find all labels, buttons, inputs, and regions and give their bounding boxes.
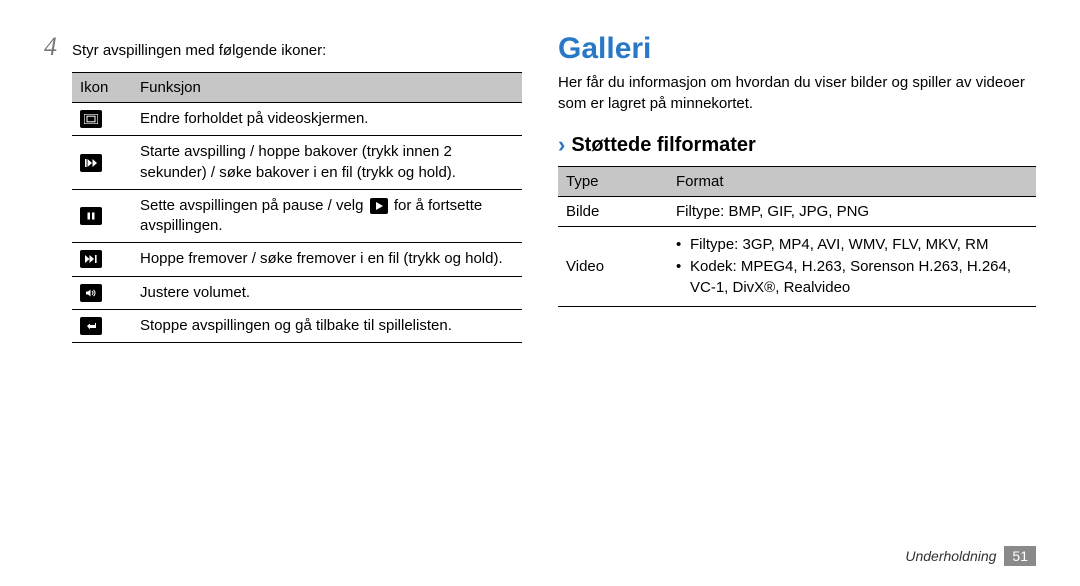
- page-number: 51: [1004, 546, 1036, 566]
- playback-icon-table: Ikon Funksjon Endre forholdet på videosk…: [72, 72, 522, 343]
- subsection-title: Støttede filformater: [571, 134, 755, 157]
- chevron-icon: ›: [558, 132, 565, 158]
- col-header-type: Type: [558, 167, 668, 197]
- volume-icon: [80, 284, 102, 302]
- subsection-heading: › Støttede filformater: [558, 132, 1036, 158]
- func-text: Justere volumet.: [132, 276, 522, 309]
- pause-icon: [80, 207, 102, 225]
- table-row: Starte avspilling / hoppe bakover (trykk…: [72, 136, 522, 190]
- list-item: Kodek: MPEG4, H.263, Sorenson H.263, H.2…: [676, 257, 1028, 298]
- table-row: Hoppe fremover / søke fremover i en fil …: [72, 243, 522, 276]
- list-item: Filtype: 3GP, MP4, AVI, WMV, FLV, MKV, R…: [676, 235, 1028, 255]
- file-format-table: Type Format Bilde Filtype: BMP, GIF, JPG…: [558, 166, 1036, 307]
- table-row: Sette avspillingen på pause / velg for å…: [72, 189, 522, 243]
- step-number: 4: [44, 32, 72, 62]
- table-row: Endre forholdet på videoskjermen.: [72, 103, 522, 136]
- table-row: Video Filtype: 3GP, MP4, AVI, WMV, FLV, …: [558, 227, 1036, 307]
- func-text: Endre forholdet på videoskjermen.: [132, 103, 522, 136]
- prev-icon: [80, 154, 102, 172]
- table-row: Stoppe avspillingen og gå tilbake til sp…: [72, 309, 522, 342]
- col-header-func: Funksjon: [132, 73, 522, 103]
- step-instruction: Styr avspillingen med følgende ikoner:: [72, 40, 326, 61]
- right-column: Galleri Her får du informasjon om hvorda…: [558, 32, 1036, 343]
- next-icon: [80, 250, 102, 268]
- func-text: Hoppe fremover / søke fremover i en fil …: [132, 243, 522, 276]
- footer-section-label: Underholdning: [905, 548, 996, 564]
- page-footer: Underholdning 51: [905, 546, 1036, 566]
- type-cell: Video: [558, 227, 668, 307]
- play-icon: [370, 198, 388, 214]
- type-cell: Bilde: [558, 197, 668, 227]
- func-text: Starte avspilling / hoppe bakover (trykk…: [132, 136, 522, 190]
- section-description: Her får du informasjon om hvordan du vis…: [558, 72, 1036, 114]
- func-text-pre: Sette avspillingen på pause / velg: [140, 197, 368, 214]
- back-icon: [80, 317, 102, 335]
- left-column: 4 Styr avspillingen med følgende ikoner:…: [44, 32, 522, 343]
- format-cell: Filtype: 3GP, MP4, AVI, WMV, FLV, MKV, R…: [668, 227, 1036, 307]
- table-row: Bilde Filtype: BMP, GIF, JPG, PNG: [558, 197, 1036, 227]
- func-text: Sette avspillingen på pause / velg for å…: [132, 189, 522, 243]
- col-header-icon: Ikon: [72, 73, 132, 103]
- table-row: Justere volumet.: [72, 276, 522, 309]
- func-text: Stoppe avspillingen og gå tilbake til sp…: [132, 309, 522, 342]
- step-row: 4 Styr avspillingen med følgende ikoner:: [44, 32, 522, 62]
- col-header-format: Format: [668, 167, 1036, 197]
- aspect-icon: [80, 110, 102, 128]
- format-cell: Filtype: BMP, GIF, JPG, PNG: [668, 197, 1036, 227]
- section-title: Galleri: [558, 32, 1036, 66]
